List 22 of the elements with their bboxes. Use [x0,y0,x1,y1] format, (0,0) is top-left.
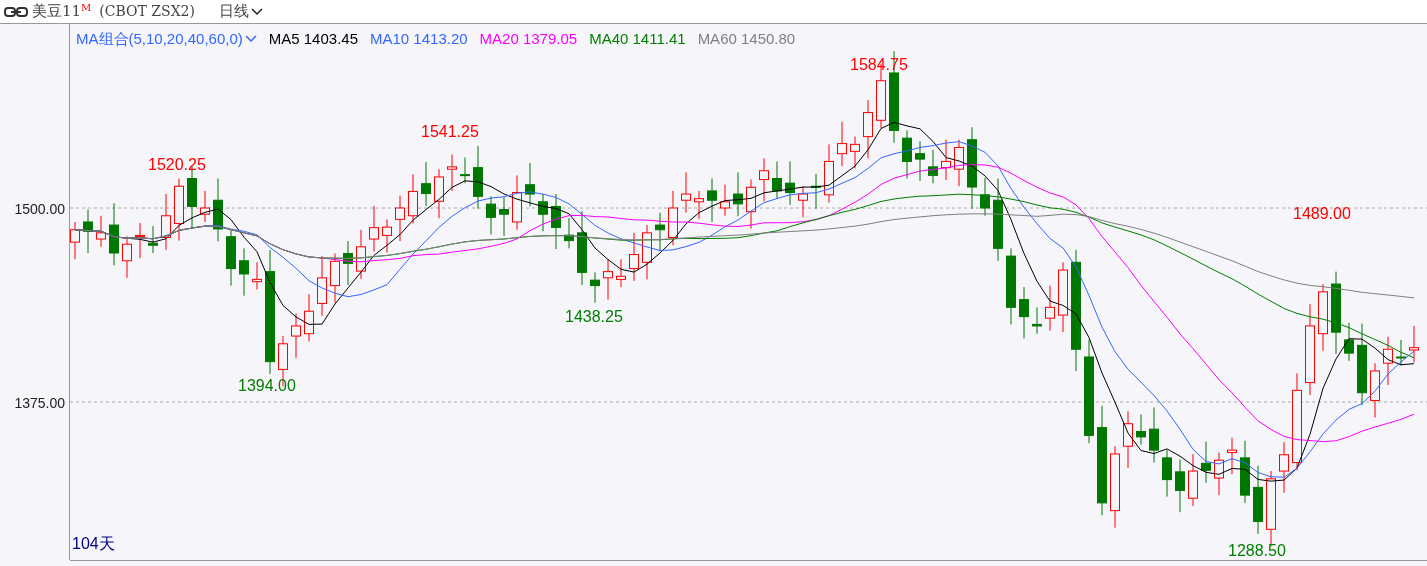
price-extreme-label: 1489.00 [1293,204,1351,224]
chevron-down-icon [244,35,257,44]
price-extreme-label: 1520.25 [148,155,206,175]
period-dropdown[interactable]: 日线 [219,0,263,23]
ma-legend-value: MA5 1403.45 [268,29,358,49]
price-axis-label: 1500.00 [14,200,65,219]
price-extreme-label: 1394.00 [238,376,296,396]
ma-selector-dropdown[interactable]: MA组合(5,10,20,40,60,0) [76,28,257,51]
price-axis-label: 1375.00 [14,394,65,413]
price-extreme-label: 1438.25 [565,307,623,327]
link-icon[interactable] [4,6,28,17]
price-extreme-label: 1288.50 [1228,541,1286,561]
price-extreme-label: 1584.75 [850,55,908,75]
chevron-down-icon [251,7,263,16]
ma-legend-value: MA10 1413.20 [370,29,468,49]
price-extreme-label: 1541.25 [421,122,479,142]
ma-legend-value: MA40 1411.41 [589,29,686,49]
ma-legend-value: MA60 1450.80 [697,29,796,49]
ma-legend-value: MA20 1379.05 [479,29,578,49]
contract-title: 美豆11$^{M}$ [32,1,92,23]
contract-code: (CBOT ZSX2) [99,2,195,21]
day-count-label: 104天 [72,534,115,554]
